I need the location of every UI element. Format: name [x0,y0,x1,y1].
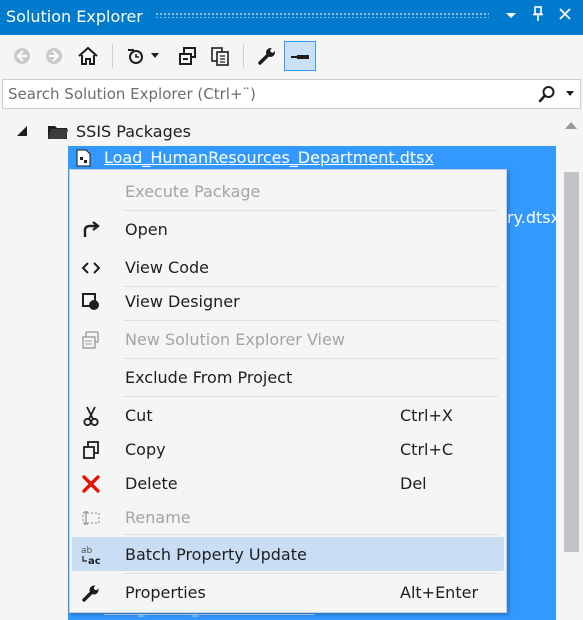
menu-item-cut[interactable]: Cut Ctrl+X [72,398,504,432]
forward-icon[interactable] [40,42,68,70]
menu-item-label: Delete [125,474,178,493]
tree-node-ssis-packages[interactable]: SSIS Packages [0,120,560,145]
menu-item-exclude-from-project[interactable]: Exclude From Project [72,360,504,394]
menu-item-execute-package[interactable]: Execute Package [72,174,504,208]
menu-item-label: Properties [125,583,206,602]
preview-selected-icon[interactable] [284,41,316,71]
chevron-down-icon[interactable] [147,42,163,70]
scissors-icon [80,405,102,427]
close-icon[interactable] [554,6,576,28]
home-icon[interactable] [74,42,102,70]
menu-item-label: New Solution Explorer View [125,330,345,349]
toolbar-separator [112,44,113,68]
tree-node-label: SSIS Packages [76,122,191,141]
menu-item-properties[interactable]: Properties Alt+Enter [72,575,504,609]
code-brackets-icon [80,257,102,279]
context-menu: Execute Package Open View Code View Desi… [69,169,507,613]
tree-node-selected-package[interactable]: Load_HumanResources_Department.dtsx [0,146,560,171]
folder-icon [47,122,69,144]
window-title: Solution Explorer [6,7,143,26]
batch-update-icon: ab ac [80,544,102,566]
dropdown-arrow-icon[interactable] [500,6,522,28]
scroll-thumb[interactable] [564,172,579,552]
search-box[interactable] [2,79,581,109]
delete-x-icon [80,473,102,495]
menu-item-label: Copy [125,440,166,459]
menu-separator [123,210,498,211]
menu-item-copy[interactable]: Copy Ctrl+C [72,432,504,466]
expanded-arrow-icon[interactable] [17,126,27,136]
svg-text:ac: ac [88,556,101,566]
vertical-scrollbar[interactable] [560,110,583,620]
toolbar-separator [243,44,244,68]
show-all-files-icon[interactable] [206,42,234,70]
toolbar [0,35,583,77]
designer-icon [80,291,102,313]
properties-wrench-icon[interactable] [253,42,281,70]
menu-separator [123,320,498,321]
search-icon[interactable] [538,85,556,107]
menu-separator [123,573,498,574]
rename-icon [80,507,102,529]
title-bar: Solution Explorer [0,0,583,35]
menu-item-label: Execute Package [125,182,261,201]
menu-item-delete[interactable]: Delete Del [72,466,504,500]
open-arrow-icon [80,219,102,241]
menu-item-label: View Designer [125,292,240,311]
svg-text:ab: ab [81,546,93,556]
menu-item-label: Rename [125,508,191,527]
menu-item-label: View Code [125,258,210,277]
partial-tree-item-label: ry.dtsx [507,208,561,227]
pending-changes-icon[interactable] [122,42,150,70]
menu-item-shortcut: Alt+Enter [400,583,479,602]
menu-item-open[interactable]: Open [72,212,504,246]
menu-item-view-designer[interactable]: View Designer [72,284,504,318]
tree-node-label: Load_HumanResources_Department.dtsx [104,148,434,167]
menu-item-shortcut: Ctrl+C [400,440,454,459]
pin-icon[interactable] [527,6,549,28]
menu-item-label: Cut [125,406,153,425]
menu-separator [123,358,498,359]
menu-separator [123,534,498,535]
menu-item-view-code[interactable]: View Code [72,250,504,284]
menu-item-shortcut: Del [400,474,427,493]
back-icon[interactable] [8,42,36,70]
search-input[interactable] [3,80,523,108]
menu-item-rename[interactable]: Rename [72,500,504,534]
scroll-up-arrow-icon[interactable] [565,122,577,129]
copy-icon [80,439,102,461]
title-grip[interactable] [155,12,489,18]
menu-item-label: Open [125,220,168,239]
new-view-icon [80,329,102,351]
collapse-all-icon[interactable] [174,42,202,70]
menu-separator [123,396,498,397]
menu-item-shortcut: Ctrl+X [400,406,453,425]
search-options-dropdown-icon[interactable] [566,91,574,96]
wrench-icon [80,582,102,604]
menu-item-new-solution-explorer-view[interactable]: New Solution Explorer View [72,322,504,356]
menu-item-label: Exclude From Project [125,368,293,387]
menu-item-label: Batch Property Update [125,545,307,564]
package-file-icon [76,149,92,171]
menu-item-batch-property-update[interactable]: ab ac Batch Property Update [72,537,504,571]
